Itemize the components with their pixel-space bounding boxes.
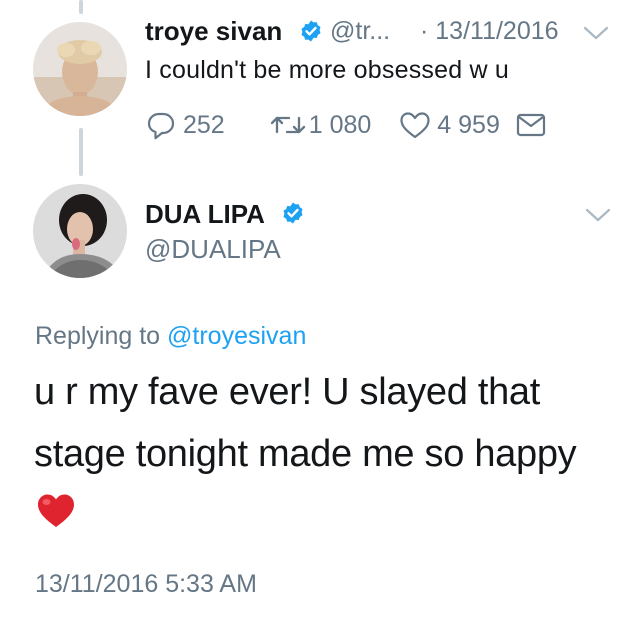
replying-label: Replying to [35,322,161,350]
verified-badge-icon [281,201,305,230]
reply-icon [146,110,176,140]
red-heart-emoji [36,492,76,535]
chevron-down-icon[interactable] [583,25,609,46]
reply-action[interactable]: 252 [146,110,225,140]
heart-icon [399,110,431,140]
replying-mention-link[interactable]: @troyesivan [167,322,306,350]
reply-count: 252 [183,110,225,139]
reply-date[interactable]: · 13/11/2016 [420,17,559,46]
reply-tweet-text: I couldn't be more obsessed w u [145,56,509,84]
envelope-icon [516,112,546,138]
tweet-timestamp[interactable]: 13/11/2016 5:33 AM [35,570,257,599]
thread-line-connector [79,128,83,176]
retweet-count: 1 080 [308,110,372,139]
reply-author-handle[interactable]: @tr... [330,17,390,46]
dm-action[interactable] [516,112,546,138]
verified-badge-icon [299,19,323,48]
thread-line-top [79,0,83,14]
main-author-name[interactable]: DUA LIPA [145,199,265,230]
like-count: 4 959 [437,110,500,139]
reply-actions-bar: 252 1 080 4 959 [146,108,546,142]
avatar-troye[interactable] [33,22,127,116]
reply-author-name[interactable]: troye sivan [145,16,282,47]
chevron-down-icon[interactable] [585,207,611,228]
main-tweet-text-line1: u r my fave ever! U slayed that [34,371,541,413]
main-author-handle[interactable]: @DUALIPA [145,234,281,265]
retweet-action[interactable]: 1 080 [269,110,372,140]
replying-to: Replying to @troyesivan [35,322,306,351]
main-tweet-text-line2: stage tonight made me so happy [34,433,577,475]
like-action[interactable]: 4 959 [399,110,500,140]
avatar-dualipa[interactable] [33,184,127,278]
retweet-icon [269,110,307,140]
